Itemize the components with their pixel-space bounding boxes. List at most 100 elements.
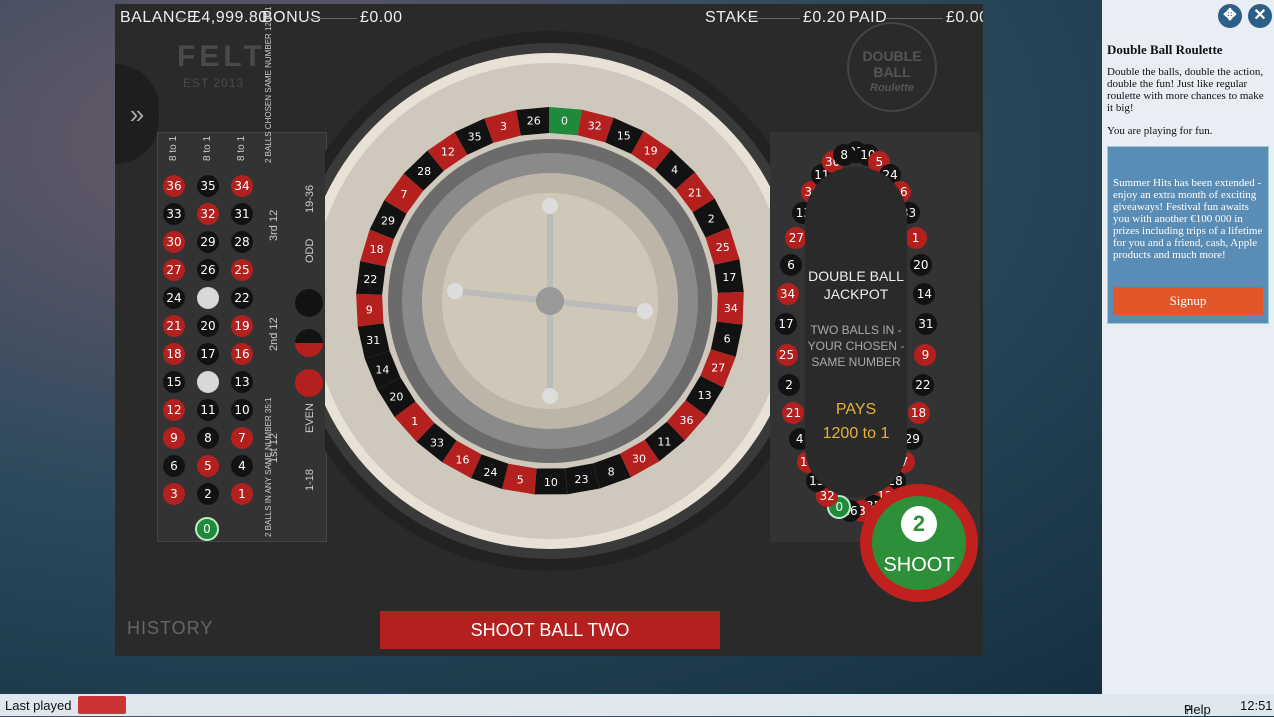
racetrack-cell[interactable]: 18 xyxy=(907,402,930,425)
wheel-pocket-label: 4 xyxy=(671,164,678,177)
move-icon[interactable]: ✥ xyxy=(1218,4,1242,28)
promo-text: Summer Hits has been extended - enjoy an… xyxy=(1113,177,1263,261)
wheel-pocket-label: 2 xyxy=(708,213,715,226)
shoot-button[interactable]: 2 SHOOT xyxy=(860,484,978,602)
racetrack-cell[interactable]: 14 xyxy=(913,283,936,306)
promo-box: Summer Hits has been extended - enjoy an… xyxy=(1107,146,1269,324)
wheel-pocket-label: 23 xyxy=(574,473,588,486)
table-cell[interactable]: 6 xyxy=(163,455,185,477)
table-cell[interactable]: 2 xyxy=(197,483,219,505)
shoot-label: SHOOT xyxy=(883,554,955,576)
wheel-pocket-label: 30 xyxy=(632,453,646,466)
table-cell[interactable]: 9 xyxy=(163,427,185,449)
wheel-pocket-label: 12 xyxy=(441,146,455,159)
shoot-ball-two-banner[interactable]: SHOOT BALL TWO xyxy=(380,611,720,649)
wheel-pocket-label: 22 xyxy=(363,273,377,286)
racetrack-cell[interactable]: 2 xyxy=(778,373,801,396)
table-ball-cell[interactable] xyxy=(197,371,219,393)
dozen-3rd[interactable]: 3rd 12 xyxy=(268,210,280,241)
felt-est: EST 2013 xyxy=(183,76,245,90)
zero-cell[interactable]: 0 xyxy=(195,517,219,541)
bonus-value: £0.00 xyxy=(360,9,403,26)
close-icon[interactable]: ✕ xyxy=(1248,4,1272,28)
table-cell[interactable]: 34 xyxy=(231,175,253,197)
bet-even[interactable]: EVEN xyxy=(304,403,316,433)
jackpot-odds: 1200 to 1 xyxy=(822,425,890,442)
jackpot-pays: PAYS xyxy=(835,401,877,418)
wheel-pocket-label: 17 xyxy=(722,271,736,284)
history-label[interactable]: HISTORY xyxy=(127,618,213,639)
wheel-pocket-label: 24 xyxy=(484,466,498,479)
racetrack-cell[interactable]: 20 xyxy=(909,253,932,276)
table-cell[interactable]: 21 xyxy=(163,315,185,337)
table-cell[interactable]: 3 xyxy=(163,483,185,505)
table-cell[interactable]: 20 xyxy=(197,315,219,337)
racetrack-cell[interactable]: 6 xyxy=(780,253,803,276)
panel-title: Double Ball Roulette xyxy=(1107,42,1223,57)
table-cell[interactable]: 11 xyxy=(197,399,219,421)
racetrack-cell[interactable]: 34 xyxy=(776,283,799,306)
table-cell[interactable]: 26 xyxy=(197,259,219,281)
wheel-pocket-label: 15 xyxy=(617,130,631,143)
racetrack-cell[interactable]: 17 xyxy=(775,313,798,336)
table-cell[interactable]: 16 xyxy=(231,343,253,365)
table-cell[interactable]: 12 xyxy=(163,399,185,421)
table-cell[interactable]: 28 xyxy=(231,231,253,253)
wheel-pocket-label: 27 xyxy=(711,362,725,375)
racetrack-cell[interactable]: 8 xyxy=(833,143,856,166)
table-cell[interactable]: 30 xyxy=(163,231,185,253)
table-cell[interactable]: 17 xyxy=(197,343,219,365)
racetrack-cell[interactable]: 22 xyxy=(911,373,934,396)
table-cell[interactable]: 7 xyxy=(231,427,253,449)
racetrack-cell[interactable]: 21 xyxy=(782,402,805,425)
table-cell[interactable]: 32 xyxy=(197,203,219,225)
table-cell[interactable]: 19 xyxy=(231,315,253,337)
table-cell[interactable]: 15 xyxy=(163,371,185,393)
bet-black[interactable] xyxy=(295,289,323,317)
dozen-2nd[interactable]: 2nd 12 xyxy=(268,317,280,351)
bet-odd[interactable]: ODD xyxy=(304,239,316,263)
last-played-thumbnail[interactable] xyxy=(78,696,126,714)
table-cell[interactable]: 22 xyxy=(231,287,253,309)
table-cell[interactable]: 25 xyxy=(231,259,253,281)
expand-sidebar-button[interactable]: » xyxy=(115,64,159,164)
jackpot-title: DOUBLE BALL JACKPOT xyxy=(808,268,904,302)
table-cell[interactable]: 33 xyxy=(163,203,185,225)
shoot-button-inner[interactable]: 2 SHOOT xyxy=(872,496,966,590)
paid-value: £0.00 xyxy=(946,9,983,26)
table-cell[interactable]: 24 xyxy=(163,287,185,309)
bet-1-18[interactable]: 1-18 xyxy=(304,469,316,491)
table-ball-cell[interactable] xyxy=(197,287,219,309)
wheel-pocket-label: 25 xyxy=(716,241,730,254)
wheel-pocket-label: 6 xyxy=(724,332,731,345)
table-cell[interactable]: 18 xyxy=(163,343,185,365)
table-cell[interactable]: 13 xyxy=(231,371,253,393)
bet-red[interactable] xyxy=(295,369,323,397)
table-cell[interactable]: 1 xyxy=(231,483,253,505)
racetrack-cell[interactable]: 31 xyxy=(914,313,937,336)
bet-redblack[interactable] xyxy=(295,329,323,357)
table-cell[interactable]: 31 xyxy=(231,203,253,225)
panel-description: Double the balls, double the action, dou… xyxy=(1107,66,1264,114)
table-cell[interactable]: 4 xyxy=(231,455,253,477)
table-cell[interactable]: 10 xyxy=(231,399,253,421)
table-cell[interactable]: 36 xyxy=(163,175,185,197)
table-cell[interactable]: 29 xyxy=(197,231,219,253)
table-cell[interactable]: 8 xyxy=(197,427,219,449)
wheel-pocket-label: 36 xyxy=(679,414,693,427)
wheel-pocket-label: 13 xyxy=(698,389,712,402)
roulette-wheel: 0 321519421225173462713361130823105241633… xyxy=(325,31,775,571)
wheel-pocket-label: 33 xyxy=(430,436,444,449)
table-cell[interactable]: 5 xyxy=(197,455,219,477)
jackpot-panel: 2310524163312014319221829728123532603215… xyxy=(770,132,980,542)
table-cell[interactable]: 35 xyxy=(197,175,219,197)
bet-19-36[interactable]: 19-36 xyxy=(304,185,316,213)
racetrack-cell[interactable]: 9 xyxy=(914,343,937,366)
racetrack-cell[interactable]: 1 xyxy=(904,226,927,249)
signup-button[interactable]: Signup xyxy=(1113,287,1263,315)
shoot-count: 2 xyxy=(901,506,937,542)
racetrack-cell[interactable]: 25 xyxy=(775,343,798,366)
wheel-pocket-label: 5 xyxy=(517,474,524,487)
table-cell[interactable]: 27 xyxy=(163,259,185,281)
header-note: 2 BALLS CHOSEN SAME NUMBER 1200:1 xyxy=(264,6,273,163)
